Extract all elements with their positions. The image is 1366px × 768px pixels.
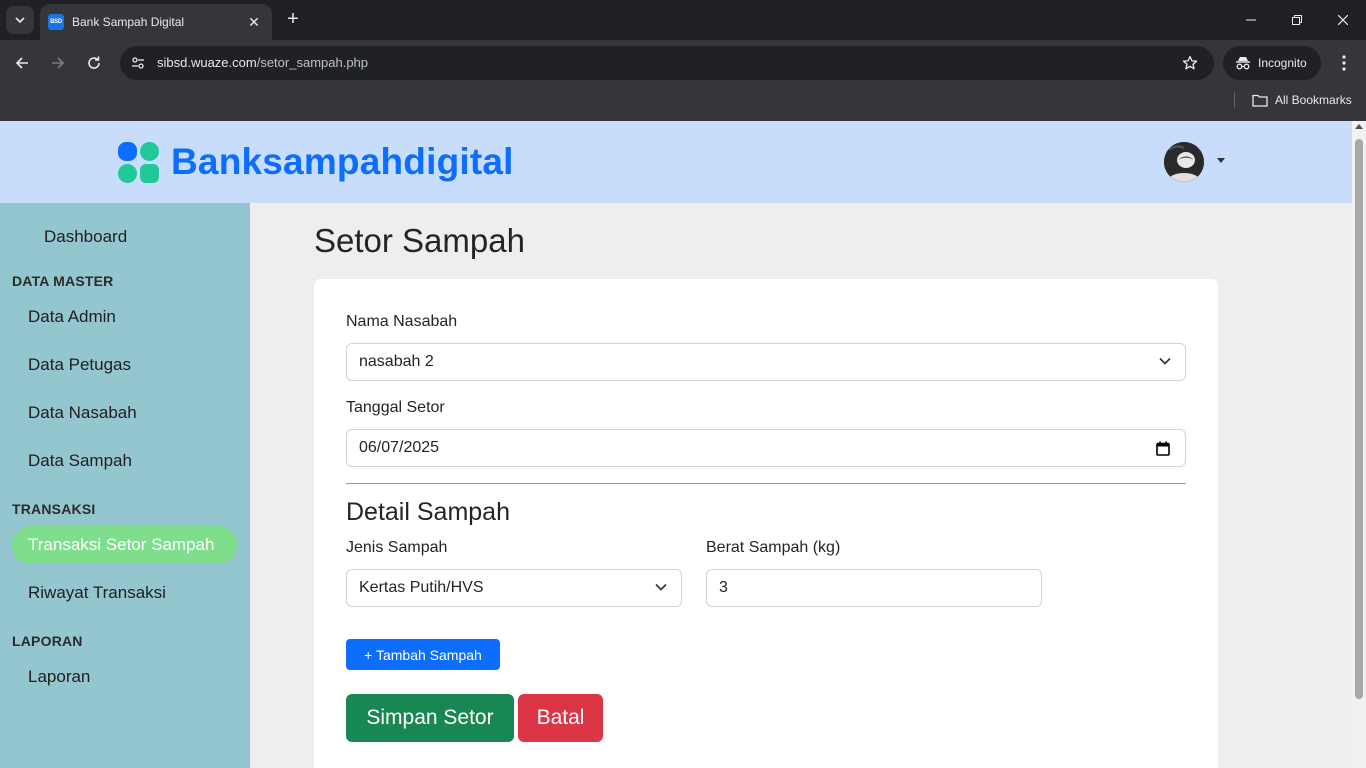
tambah-sampah-button[interactable]: + Tambah Sampah <box>346 639 500 670</box>
simpan-setor-button[interactable]: Simpan Setor <box>346 694 514 742</box>
sidebar-item-dashboard[interactable]: Dashboard <box>28 218 253 256</box>
browser-toolbar: sibsd.wuaze.com/setor_sampah.php Incogni… <box>0 40 1366 86</box>
nasabah-select-value: nasabah 2 <box>359 353 434 370</box>
url-host: sibsd.wuaze.com <box>157 55 257 70</box>
bookmark-star-icon[interactable] <box>1180 53 1200 73</box>
close-icon <box>1338 15 1348 25</box>
berat-sampah-value: 3 <box>719 579 728 596</box>
tab-search-button[interactable] <box>6 6 34 34</box>
forward-button[interactable] <box>44 49 72 77</box>
user-menu-caret-icon[interactable] <box>1217 158 1225 163</box>
sidebar: Dashboard DATA MASTER Data Admin Data Pe… <box>0 203 250 768</box>
sidebar-item-laporan[interactable]: Laporan <box>12 658 237 696</box>
chevron-down-icon <box>15 17 25 23</box>
browser-menu-icon[interactable] <box>1332 51 1356 75</box>
bookmarks-separator <box>1234 92 1235 108</box>
sidebar-item-transaksi-setor[interactable]: Transaksi Setor Sampah <box>12 526 237 564</box>
sidebar-item-data-petugas[interactable]: Data Petugas <box>12 346 237 384</box>
back-button[interactable] <box>8 49 36 77</box>
incognito-label: Incognito <box>1258 56 1307 70</box>
nasabah-label: Nama Nasabah <box>346 313 458 330</box>
all-bookmarks-label: All Bookmarks <box>1275 93 1352 107</box>
reload-button[interactable] <box>80 49 108 77</box>
site-info-icon[interactable] <box>128 53 148 73</box>
brand-logo-icon[interactable] <box>118 142 159 183</box>
chevron-down-icon <box>655 583 667 591</box>
nasabah-select[interactable]: nasabah 2 <box>346 343 1186 381</box>
setor-form-card: Nama Nasabah nasabah 2 Tanggal Setor 06/… <box>314 279 1218 768</box>
all-bookmarks-button[interactable]: All Bookmarks <box>1252 90 1352 110</box>
tanggal-date-input[interactable]: 06/07/2025 <box>346 429 1186 467</box>
sidebar-section-transaksi: TRANSAKSI <box>12 501 96 517</box>
url-text[interactable]: sibsd.wuaze.com/setor_sampah.php <box>157 55 368 70</box>
arrow-left-icon <box>15 57 28 69</box>
sidebar-section-master: DATA MASTER <box>12 273 114 289</box>
user-avatar[interactable] <box>1164 142 1204 182</box>
berat-sampah-input[interactable]: 3 <box>706 569 1042 607</box>
page-title: Setor Sampah <box>314 222 525 259</box>
sidebar-section-laporan: LAPORAN <box>12 633 83 649</box>
bookmarks-bar: All Bookmarks <box>0 86 1366 121</box>
sidebar-item-data-admin[interactable]: Data Admin <box>12 298 237 336</box>
chevron-down-icon <box>1159 357 1171 365</box>
calendar-icon[interactable] <box>1156 441 1170 456</box>
jenis-sampah-select[interactable]: Kertas Putih/HVS <box>346 569 682 607</box>
browser-tabstrip: BSD Bank Sampah Digital ✕ + <box>0 0 1366 40</box>
reload-icon <box>88 56 100 69</box>
sidebar-item-riwayat-transaksi[interactable]: Riwayat Transaksi <box>12 574 237 612</box>
incognito-icon <box>1236 57 1250 70</box>
incognito-indicator[interactable]: Incognito <box>1223 46 1321 80</box>
address-bar[interactable]: sibsd.wuaze.com/setor_sampah.php <box>120 46 1214 80</box>
browser-tab-active[interactable]: BSD Bank Sampah Digital ✕ <box>40 4 272 40</box>
sidebar-item-data-sampah[interactable]: Data Sampah <box>12 442 237 480</box>
close-tab-icon[interactable]: ✕ <box>246 14 262 31</box>
tab-title: Bank Sampah Digital <box>72 15 185 29</box>
folder-icon <box>1252 94 1268 107</box>
scroll-up-arrow-icon[interactable] <box>1355 124 1363 129</box>
jenis-sampah-value: Kertas Putih/HVS <box>359 579 484 596</box>
berat-sampah-label: Berat Sampah (kg) <box>706 539 841 556</box>
user-avatar-icon <box>1164 142 1204 182</box>
favicon-icon: BSD <box>48 14 64 30</box>
detail-sampah-heading: Detail Sampah <box>346 498 510 526</box>
brand-name[interactable]: Banksampahdigital <box>171 141 514 183</box>
batal-button[interactable]: Batal <box>518 694 603 742</box>
tanggal-label: Tanggal Setor <box>346 399 445 416</box>
restore-icon <box>1292 15 1302 25</box>
minimize-icon <box>1246 19 1256 21</box>
site-header: Banksampahdigital <box>0 121 1352 203</box>
close-window-button[interactable] <box>1320 0 1366 40</box>
page-scrollbar[interactable] <box>1352 121 1366 768</box>
new-tab-button[interactable]: + <box>282 8 304 30</box>
web-page: Banksampahdigital Dashboard DATA MASTER … <box>0 121 1352 768</box>
section-divider <box>346 483 1186 484</box>
restore-button[interactable] <box>1274 0 1320 40</box>
jenis-sampah-label: Jenis Sampah <box>346 539 448 556</box>
sidebar-item-data-nasabah[interactable]: Data Nasabah <box>12 394 237 432</box>
scrollbar-thumb[interactable] <box>1355 139 1363 699</box>
arrow-right-icon <box>52 57 65 69</box>
minimize-button[interactable] <box>1228 0 1274 40</box>
tanggal-date-value: 06/07/2025 <box>359 439 440 456</box>
url-path: /setor_sampah.php <box>256 55 369 70</box>
